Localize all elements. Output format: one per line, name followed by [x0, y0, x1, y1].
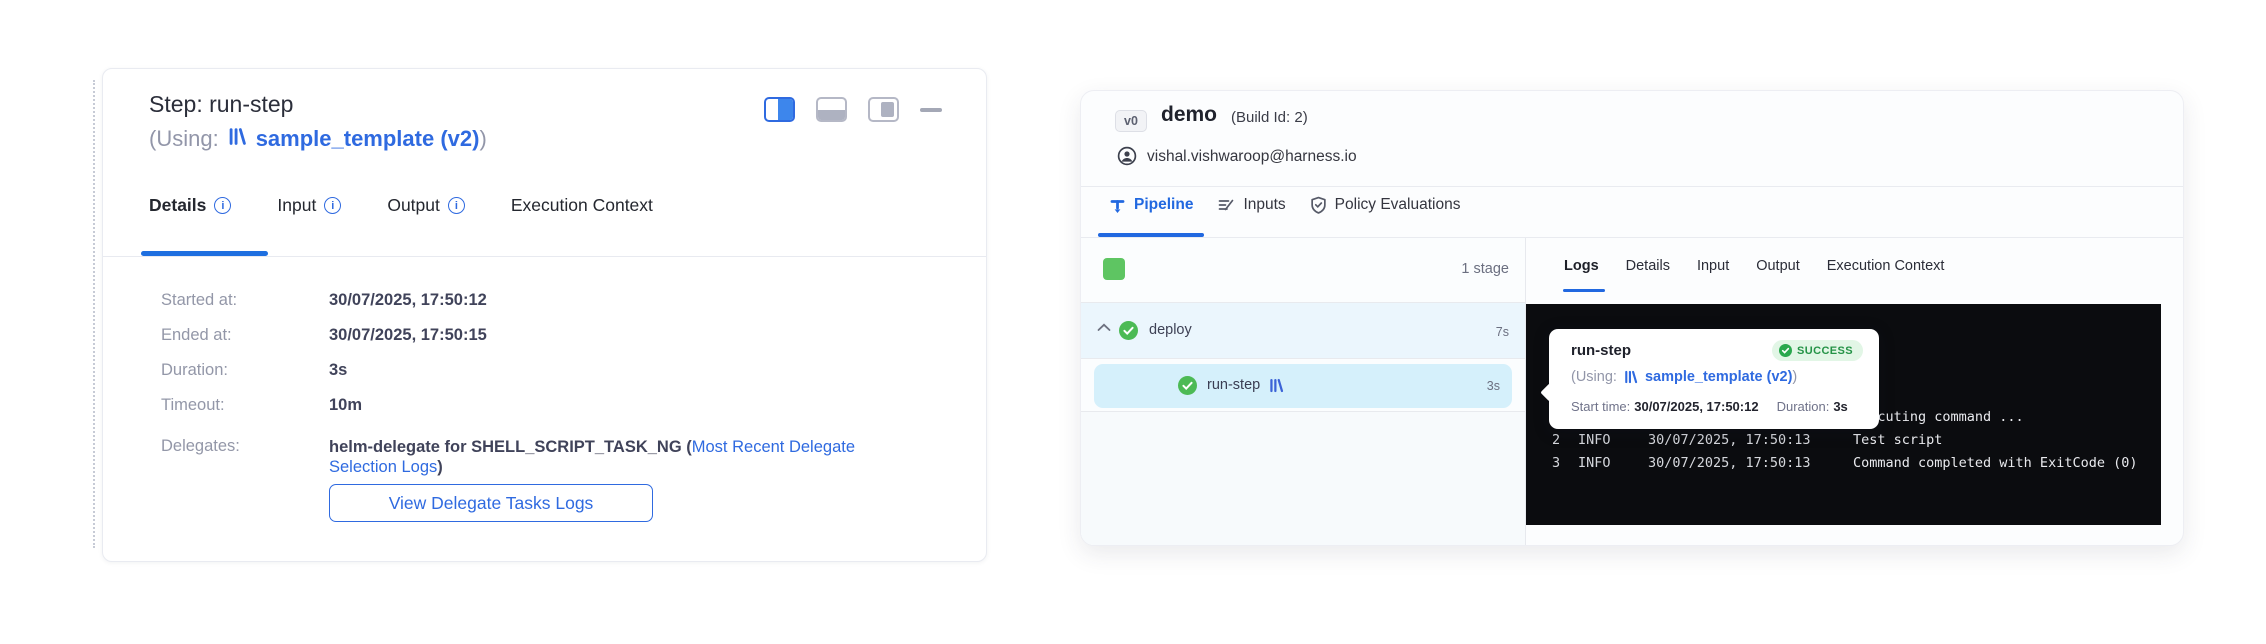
inputs-icon: [1217, 196, 1235, 214]
step-title: Step: run-step: [149, 91, 293, 118]
pipeline-icon: [1109, 197, 1126, 214]
pipeline-title: demo: [1161, 103, 1217, 127]
step-details-card: Step: run-step (Using: sample_template (…: [102, 68, 987, 562]
tab-execution-context[interactable]: Execution Context: [1827, 258, 1945, 274]
tab-input[interactable]: Input: [1697, 258, 1729, 274]
success-check-icon: [1119, 321, 1138, 340]
delegates-value: helm-delegate for SHELL_SCRIPT_TASK_NG (…: [329, 437, 879, 477]
view-delegate-tasks-logs-button[interactable]: View Delegate Tasks Logs: [329, 484, 653, 522]
bottom-panel-icon[interactable]: [816, 97, 847, 122]
success-check-icon: [1779, 344, 1792, 357]
step-using-line: (Using: sample_template (v2)): [149, 126, 487, 152]
panel-layout-controls: [764, 97, 942, 122]
step-row-run-step[interactable]: run-step 3s: [1094, 364, 1512, 408]
tab-input[interactable]: Input i: [277, 195, 341, 216]
tab-output[interactable]: Output: [1756, 258, 1800, 274]
tab-details[interactable]: Details i: [149, 195, 231, 216]
split-view-icon[interactable]: [764, 97, 795, 122]
success-check-icon: [1178, 376, 1197, 395]
ended-at-label: Ended at:: [161, 326, 232, 345]
template-icon: [1269, 378, 1284, 393]
template-icon: [228, 126, 247, 152]
minimize-icon[interactable]: [920, 108, 942, 112]
delegates-label: Delegates:: [161, 437, 240, 456]
info-icon[interactable]: i: [324, 197, 341, 214]
shield-check-icon: [1310, 196, 1327, 214]
success-status-badge: SUCCESS: [1772, 340, 1863, 361]
log-line: 2INFO30/07/2025, 17:50:13Test script: [1552, 429, 2161, 452]
step-duration: 3s: [1487, 379, 1500, 393]
active-tab-underline: [1563, 289, 1605, 292]
build-id: (Build Id: 2): [1231, 109, 1308, 126]
user-email: vishal.vishwaroop@harness.io: [1147, 148, 1357, 166]
stage-tree: 1 stage deploy 7s run-step 3s: [1081, 238, 1526, 545]
tab-pipeline[interactable]: Pipeline: [1109, 196, 1193, 214]
duration-value: 3s: [329, 361, 347, 380]
template-link[interactable]: sample_template (v2): [1645, 369, 1792, 385]
using-prefix: (Using:: [149, 126, 219, 152]
user-icon: [1117, 146, 1137, 171]
stage-count: 1 stage: [1461, 261, 1509, 277]
step-tabs: Details i Input i Output i Execution Con…: [149, 195, 653, 216]
template-icon: [1624, 370, 1638, 384]
version-badge: v0: [1115, 110, 1147, 132]
step-tooltip: run-step SUCCESS (Using: sample_template…: [1549, 329, 1879, 429]
tooltip-meta: Start time: 30/07/2025, 17:50:12 Duratio…: [1571, 399, 1848, 414]
chevron-up-icon: [1097, 323, 1111, 332]
stage-tree-empty-area: [1081, 412, 1525, 545]
stage-row-deploy[interactable]: deploy 7s: [1081, 303, 1525, 358]
ended-at-value: 30/07/2025, 17:50:15: [329, 326, 487, 345]
timeout-label: Timeout:: [161, 396, 225, 415]
stage-name: deploy: [1149, 322, 1192, 338]
info-icon[interactable]: i: [448, 197, 465, 214]
tooltip-step-name: run-step: [1571, 342, 1631, 359]
tab-inputs[interactable]: Inputs: [1217, 196, 1285, 214]
execution-panel: v0 demo (Build Id: 2) vishal.vishwaroop@…: [1080, 90, 2184, 546]
right-panel-icon[interactable]: [868, 97, 899, 122]
stage-duration: 7s: [1496, 325, 1509, 339]
execution-tabs: Pipeline Inputs Policy Evaluations: [1109, 196, 1460, 214]
tab-policy-evaluations[interactable]: Policy Evaluations: [1310, 196, 1461, 214]
stage-status-square[interactable]: [1103, 258, 1125, 280]
using-suffix: ): [479, 126, 486, 151]
template-link[interactable]: sample_template (v2): [256, 126, 480, 151]
started-at-value: 30/07/2025, 17:50:12: [329, 291, 487, 310]
active-tab-underline: [1098, 233, 1204, 237]
divider: [103, 256, 986, 257]
timeout-value: 10m: [329, 396, 362, 415]
resize-handle[interactable]: [93, 80, 95, 548]
started-at-label: Started at:: [161, 291, 237, 310]
step-name: run-step: [1207, 377, 1260, 393]
tooltip-using-line: (Using: sample_template (v2)): [1571, 369, 1797, 385]
log-line: 3INFO30/07/2025, 17:50:13Command complet…: [1552, 452, 2161, 475]
tab-details[interactable]: Details: [1626, 258, 1670, 274]
info-icon[interactable]: i: [214, 197, 231, 214]
tab-execution-context[interactable]: Execution Context: [511, 195, 653, 216]
duration-label: Duration:: [161, 361, 228, 380]
divider: [1081, 186, 2183, 187]
log-tabs: Logs Details Input Output Execution Cont…: [1564, 258, 1944, 274]
tab-output[interactable]: Output i: [387, 195, 465, 216]
divider: [1081, 358, 1525, 359]
tab-logs[interactable]: Logs: [1564, 258, 1599, 274]
